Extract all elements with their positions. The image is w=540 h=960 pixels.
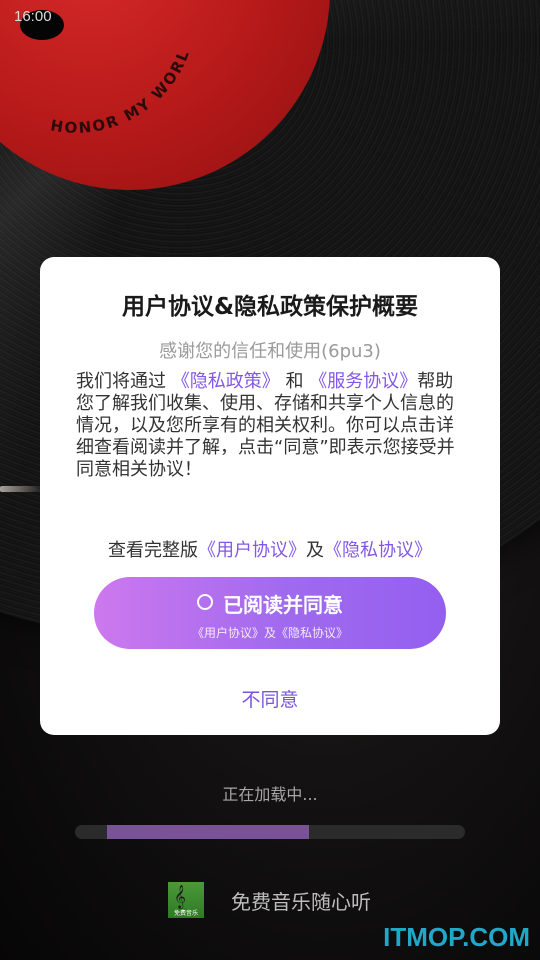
- agree-button-main: 已阅读并同意: [94, 589, 446, 618]
- agree-button-label: 已阅读并同意: [223, 593, 343, 617]
- status-time: 16:00: [14, 8, 52, 25]
- loading-text: 正在加载中...: [222, 785, 318, 804]
- watermark: ITMOP.COM: [383, 922, 530, 952]
- app-logo-text: 免费音乐: [173, 910, 198, 917]
- splash-screen: HONOR MY WORLD 16:00 用户协议&隐私政策保护概要 感谢您的信…: [0, 0, 540, 960]
- footer-slogan: 免费音乐随心听: [231, 889, 371, 914]
- dialog-subtitle: 感谢您的信任和使用(6pu3): [159, 341, 381, 362]
- disagree-button[interactable]: 不同意: [40, 685, 500, 712]
- circle-icon: [197, 594, 213, 610]
- full-version-line: 查看完整版《用户协议》及《隐私协议》: [40, 536, 500, 562]
- dialog-body: 我们将通过 《隐私政策》 和 《服务协议》帮助您了解我们收集、使用、存储和共享个…: [76, 371, 468, 481]
- privacy-policy-link[interactable]: 《隐私政策》: [172, 371, 280, 392]
- full-version-and: 及: [306, 540, 324, 561]
- user-agreement-link[interactable]: 《用户协议》: [198, 540, 306, 561]
- agree-button-sublabel: 《用户协议》及《隐私协议》: [191, 626, 348, 640]
- body-lead: 我们将通过: [76, 371, 166, 392]
- record-label-text: HONOR MY WORLD: [33, 26, 192, 137]
- body-and: 和: [285, 371, 304, 392]
- full-version-prefix: 查看完整版: [108, 540, 198, 561]
- service-agreement-link[interactable]: 《服务协议》: [309, 371, 417, 392]
- tonearm-glint: [0, 486, 42, 492]
- agree-button[interactable]: 已阅读并同意 《用户协议》及《隐私协议》: [94, 577, 446, 649]
- footer-branding: 𝄞 免费音乐 免费音乐随心听: [168, 882, 371, 918]
- loading-progress-fill: [107, 825, 309, 839]
- app-logo-icon: 𝄞 免费音乐: [168, 882, 204, 918]
- record-label-textpath: HONOR MY WORLD: [33, 26, 192, 137]
- privacy-agreement-link[interactable]: 《隐私协议》: [324, 540, 432, 561]
- dialog-title: 用户协议&隐私政策保护概要: [121, 294, 419, 320]
- svg-text:HONOR MY WORLD: HONOR MY WORLD: [33, 26, 194, 137]
- privacy-dialog: 用户协议&隐私政策保护概要 感谢您的信任和使用(6pu3) 我们将通过 《隐私政…: [40, 257, 500, 735]
- music-note-icon: 𝄞: [174, 884, 186, 908]
- loading-progress-bar: [75, 825, 465, 839]
